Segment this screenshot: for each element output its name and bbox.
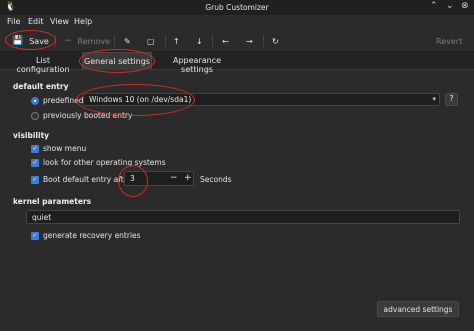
toolbar-separator — [114, 35, 115, 47]
toolbar-separator — [263, 35, 264, 47]
decrement-icon[interactable]: − — [170, 173, 178, 183]
save-label: Save — [29, 36, 49, 46]
move-right-button[interactable]: → — [246, 34, 253, 48]
revert-label: Revert — [436, 36, 463, 46]
toolbar-separator — [55, 35, 56, 47]
arrow-left-icon: ← — [222, 36, 229, 46]
tab-appearance-settings[interactable]: Appearance settings — [157, 52, 237, 74]
generate-recovery-label: generate recovery entries — [43, 231, 141, 240]
move-down-button[interactable]: ↓ — [196, 34, 203, 48]
show-menu-label: show menu — [43, 144, 87, 153]
seconds-label: Seconds — [200, 175, 232, 184]
radio-selected-icon — [31, 96, 39, 105]
default-entry-select[interactable]: Windows 10 (on /dev/sda1) ▾ — [83, 93, 440, 106]
revert-button[interactable]: Revert — [436, 34, 462, 48]
boot-default-after-label: Boot default entry after — [43, 175, 132, 184]
grub-customizer-window: 🐧 Grub Customizer ⌃ ⌄ ⊗ File Edit View H… — [0, 0, 474, 331]
tab-bar: List configuration General settings Appe… — [0, 52, 474, 74]
boot-default-after-checkbox[interactable]: ✓ Boot default entry after — [31, 175, 131, 184]
new-entry-button[interactable]: ▢ — [147, 34, 155, 48]
menu-help[interactable]: Help — [74, 17, 92, 26]
save-button[interactable]: 💾 Save — [12, 34, 49, 48]
look-for-os-label: look for other operating systems — [43, 158, 166, 167]
radio-unselected-icon — [31, 111, 39, 120]
kernel-parameters-input[interactable]: quiet — [26, 210, 460, 224]
pencil-edit-icon: ✎ — [124, 36, 131, 46]
checkmark-icon: ✓ — [31, 175, 39, 184]
advanced-settings-button[interactable]: advanced settings — [377, 301, 459, 317]
look-for-os-checkbox[interactable]: ✓ look for other operating systems — [31, 158, 166, 167]
move-left-button[interactable]: ← — [222, 34, 229, 48]
checkmark-icon: ✓ — [31, 231, 39, 240]
menu-view[interactable]: View — [50, 17, 69, 26]
previously-booted-radio[interactable]: previously booted entry — [31, 111, 132, 120]
move-up-button[interactable]: ↑ — [173, 34, 180, 48]
tab-list-configuration[interactable]: List configuration — [10, 52, 76, 74]
help-button[interactable]: ? — [445, 93, 458, 106]
refresh-icon: ↻ — [272, 36, 279, 46]
arrow-up-icon: ↑ — [173, 36, 180, 46]
checkmark-icon: ✓ — [31, 144, 39, 153]
dropdown-arrow-icon: ▾ — [432, 95, 436, 103]
window-title: Grub Customizer — [205, 3, 269, 12]
default-entry-value: Windows 10 (on /dev/sda1) — [89, 95, 192, 104]
refresh-button[interactable]: ↻ — [272, 34, 279, 48]
default-entry-heading: default entry — [13, 82, 69, 91]
menu-bar: File Edit View Help — [0, 15, 474, 29]
remove-button[interactable]: − Remove — [64, 34, 110, 48]
arrow-down-icon: ↓ — [196, 36, 203, 46]
generate-recovery-checkbox[interactable]: ✓ generate recovery entries — [31, 231, 141, 240]
toolbar: 💾 Save − Remove ✎ ▢ ↑ ↓ ← → ↻ Revert — [0, 30, 474, 52]
edit-entry-button[interactable]: ✎ — [124, 34, 131, 48]
timeout-value: 3 — [130, 174, 135, 183]
remove-label: Remove — [77, 36, 111, 46]
predefined-label: predefined: — [43, 96, 87, 105]
increment-icon[interactable]: + — [184, 173, 192, 183]
toolbar-separator — [165, 35, 166, 47]
menu-file[interactable]: File — [7, 17, 20, 26]
timeout-spinbox[interactable]: 3 − + — [124, 171, 194, 186]
checkmark-icon: ✓ — [31, 158, 39, 167]
visibility-heading: visibility — [13, 131, 50, 140]
toolbar-separator — [212, 35, 213, 47]
minus-icon: − — [64, 36, 72, 46]
floppy-disk-icon: 💾 — [12, 36, 24, 46]
arrow-right-icon: → — [246, 36, 253, 46]
maximize-icon[interactable]: ⌄ — [446, 1, 454, 11]
new-entry-icon: ▢ — [147, 36, 155, 46]
show-menu-checkbox[interactable]: ✓ show menu — [31, 144, 86, 153]
predefined-radio[interactable]: predefined: — [31, 96, 86, 105]
kernel-parameters-value: quiet — [32, 213, 52, 222]
close-icon[interactable]: ⊗ — [461, 1, 469, 11]
menu-edit[interactable]: Edit — [28, 17, 44, 26]
minimize-icon[interactable]: ⌃ — [430, 1, 438, 11]
previously-booted-label: previously booted entry — [43, 111, 133, 120]
tab-general-settings[interactable]: General settings — [82, 52, 152, 70]
kernel-parameters-heading: kernel parameters — [13, 197, 92, 206]
title-bar: 🐧 Grub Customizer ⌃ ⌄ ⊗ — [0, 0, 474, 15]
